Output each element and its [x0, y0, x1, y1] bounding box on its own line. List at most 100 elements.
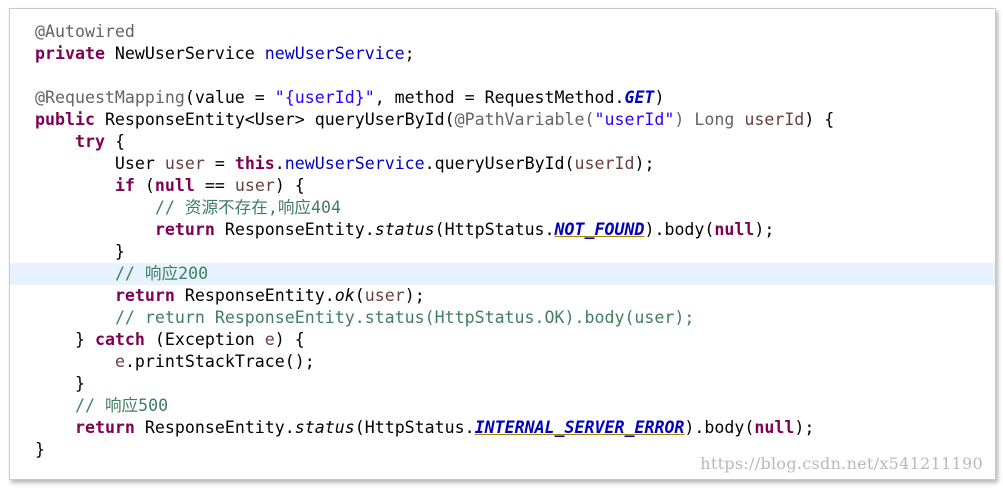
punctuation: ; — [404, 44, 415, 63]
code-line-9: // 资源不存在,响应404 — [10, 197, 995, 219]
watermark-url: https://blog.csdn.net/x541211190 — [700, 454, 983, 473]
punctuation: ) { — [804, 110, 835, 129]
comment: // 资源不存在,响应404 — [154, 198, 341, 217]
code-line-10: return ResponseEntity.status(HttpStatus.… — [10, 219, 995, 241]
code-line-13: return ResponseEntity.ok(user); — [10, 285, 995, 307]
static-method: ok — [334, 286, 355, 305]
constant-internal-server-error: INTERNAL_SERVER_ERROR — [474, 418, 685, 437]
punctuation: ); — [794, 418, 815, 437]
comment: // 响应200 — [114, 264, 209, 283]
code-line-7: User user = this.newUserService.queryUse… — [10, 153, 995, 175]
constant-get: GET — [624, 88, 655, 107]
local-variable: user — [364, 286, 405, 305]
closing-brace: } — [35, 440, 45, 459]
code-text: (Exception — [144, 330, 265, 349]
code-line-16: e.printStackTrace(); — [10, 351, 995, 373]
code-text: , method = RequestMethod. — [374, 88, 625, 107]
punctuation: ( — [354, 286, 365, 305]
string-literal: "{userId}" — [274, 88, 375, 107]
code-line-18: // 响应500 — [10, 395, 995, 417]
code-text: .queryUserById( — [424, 154, 575, 173]
code-line-1: @Autowired — [10, 21, 995, 43]
string-literal: "userId" — [594, 110, 675, 129]
annotation-autowired: @Autowired — [35, 22, 135, 41]
punctuation: ) { — [274, 330, 305, 349]
code-line-6: try { — [10, 131, 995, 153]
type-name: NewUserService — [104, 44, 265, 63]
parameter-name: userId — [574, 154, 635, 173]
punctuation: ( — [584, 110, 595, 129]
code-text: ).body( — [644, 220, 715, 239]
code-text: (value = — [184, 88, 275, 107]
code-text: ResponseEntity. — [134, 418, 295, 437]
parameter-name: userId — [744, 110, 805, 129]
closing-brace: } — [35, 374, 85, 393]
keyword-try: try — [74, 132, 105, 151]
code-line-11: } — [10, 241, 995, 263]
code-line-17: } — [10, 373, 995, 395]
keyword-public: public — [35, 110, 95, 129]
code-text: User — [35, 154, 165, 173]
code-line-3-blank — [10, 65, 995, 87]
punctuation: ) — [654, 88, 665, 107]
code-text: = — [204, 154, 235, 173]
code-line-12-current: // 响应200 — [10, 263, 995, 285]
annotation-request-mapping: @RequestMapping — [35, 88, 185, 107]
local-variable: user — [234, 176, 275, 195]
punctuation: ) { — [274, 176, 305, 195]
comment: // return ResponseEntity.status(HttpStat… — [114, 308, 695, 327]
method-signature: ResponseEntity<User> queryUserById( — [94, 110, 455, 129]
code-text: } — [35, 330, 95, 349]
code-block: @Autowired private NewUserService newUse… — [10, 21, 995, 461]
code-line-15: } catch (Exception e) { — [10, 329, 995, 351]
punctuation: ); — [634, 154, 655, 173]
code-line-8: if (null == user) { — [10, 175, 995, 197]
static-method: status — [374, 220, 435, 239]
field-name: newUserService — [284, 154, 425, 173]
code-line-5: public ResponseEntity<User> queryUserByI… — [10, 109, 995, 131]
code-text: == — [194, 176, 235, 195]
code-text: ).body( — [684, 418, 755, 437]
code-text: ) Long — [674, 110, 745, 129]
code-line-19: return ResponseEntity.status(HttpStatus.… — [10, 417, 995, 439]
keyword-private: private — [35, 44, 105, 63]
keyword-this: this — [234, 154, 275, 173]
code-text: .printStackTrace(); — [124, 352, 315, 371]
exception-variable: e — [264, 330, 275, 349]
keyword-null: null — [754, 418, 795, 437]
annotation-path-variable: @PathVariable — [454, 110, 585, 129]
local-variable: user — [164, 154, 205, 173]
field-name: newUserService — [264, 44, 405, 63]
code-screenshot-frame: @Autowired private NewUserService newUse… — [9, 8, 996, 480]
keyword-return: return — [154, 220, 215, 239]
keyword-return: return — [114, 286, 175, 305]
punctuation: ); — [754, 220, 775, 239]
code-line-4: @RequestMapping(value = "{userId}", meth… — [10, 87, 995, 109]
punctuation: ( — [134, 176, 155, 195]
constant-not-found: NOT_FOUND — [554, 220, 645, 239]
keyword-return: return — [74, 418, 135, 437]
keyword-null: null — [714, 220, 755, 239]
code-line-14: // return ResponseEntity.status(HttpStat… — [10, 307, 995, 329]
punctuation: . — [274, 154, 285, 173]
punctuation: { — [104, 132, 125, 151]
code-line-2: private NewUserService newUserService; — [10, 43, 995, 65]
code-text: (HttpStatus. — [434, 220, 555, 239]
static-method: status — [294, 418, 355, 437]
code-text: ResponseEntity. — [214, 220, 375, 239]
comment: // 响应500 — [74, 396, 169, 415]
keyword-if: if — [114, 176, 135, 195]
exception-variable: e — [114, 352, 125, 371]
punctuation: ); — [404, 286, 425, 305]
closing-brace: } — [35, 242, 125, 261]
keyword-null: null — [154, 176, 195, 195]
